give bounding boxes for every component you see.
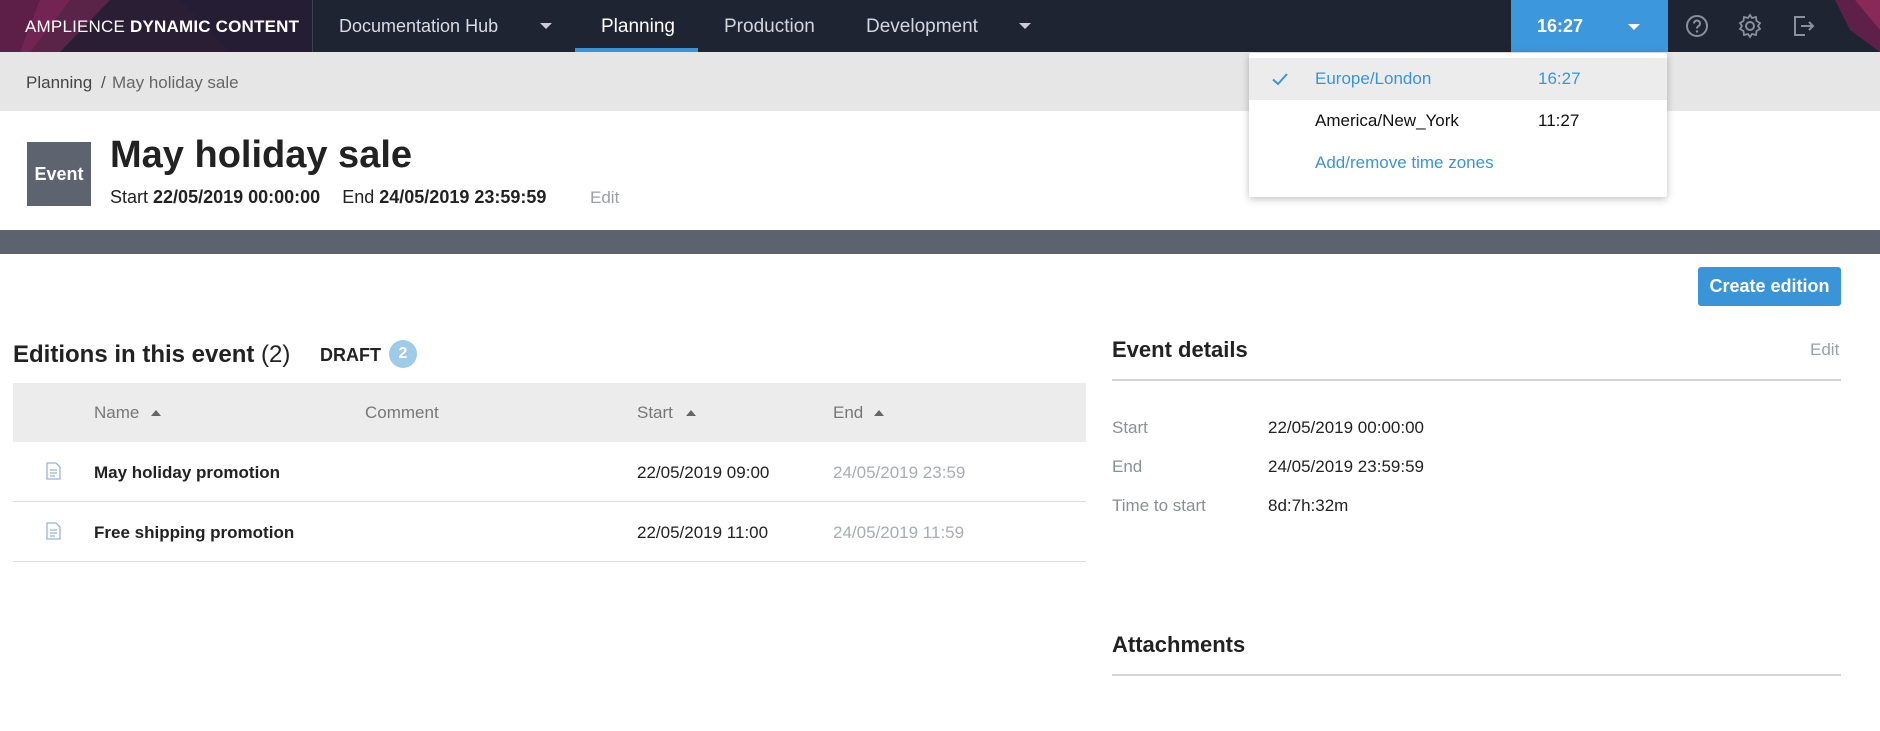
start-value: 22/05/2019 00:00:00	[153, 187, 321, 207]
breadcrumb-separator: /	[101, 73, 106, 92]
divider	[1112, 674, 1841, 676]
timezone-time: 11:27	[1538, 111, 1580, 130]
editions-count: (2)	[261, 341, 291, 368]
sort-ascending-icon[interactable]	[874, 410, 884, 416]
sort-ascending-icon[interactable]	[151, 410, 161, 416]
brand-name-light: AMPLIENCE	[25, 17, 126, 36]
timezone-name: Europe/London	[1315, 69, 1432, 88]
brand-logo[interactable]: AMPLIENCE DYNAMIC CONTENT	[0, 0, 313, 52]
tab-planning-label: Planning	[601, 16, 675, 37]
edit-event-link[interactable]: Edit	[590, 188, 619, 208]
detail-value-start: 22/05/2019 00:00:00	[1268, 418, 1424, 437]
tab-development[interactable]: Development	[840, 0, 1040, 52]
edition-name[interactable]: Free shipping promotion	[94, 523, 294, 543]
detail-value-end: 24/05/2019 23:59:59	[1268, 457, 1424, 476]
edit-details-link[interactable]: Edit	[1810, 340, 1839, 360]
tab-production[interactable]: Production	[698, 0, 826, 52]
detail-label-time-to-start: Time to start	[1112, 496, 1206, 515]
sort-ascending-icon[interactable]	[686, 410, 696, 416]
chevron-down-icon	[1628, 24, 1640, 30]
document-icon	[46, 522, 61, 540]
column-header-name[interactable]: Name	[94, 403, 139, 423]
document-icon	[46, 462, 61, 480]
event-date-range: Start 22/05/2019 00:00:00 End 24/05/2019…	[110, 187, 546, 208]
checkmark-icon	[1272, 73, 1288, 86]
timezone-option-europe-london[interactable]: Europe/London 16:27	[1249, 58, 1667, 100]
brand-name-bold: DYNAMIC CONTENT	[130, 17, 300, 36]
tab-planning[interactable]: Planning	[575, 0, 698, 52]
end-value: 24/05/2019 23:59:59	[379, 187, 547, 207]
timezone-clock-time: 16:27	[1537, 16, 1584, 36]
chevron-down-icon	[540, 23, 552, 29]
chevron-down-icon	[1019, 23, 1031, 29]
timezone-time: 16:27	[1538, 69, 1581, 88]
table-row[interactable]: May holiday promotion 22/05/2019 09:00 2…	[13, 442, 1086, 502]
edition-end: 24/05/2019 23:59	[833, 463, 966, 482]
page-title: May holiday sale	[110, 134, 413, 176]
edition-start: 22/05/2019 09:00	[637, 463, 770, 482]
brand-corner-graphic	[1820, 0, 1880, 52]
detail-label-start: Start	[1112, 418, 1148, 437]
event-details-title: Event details	[1112, 337, 1248, 362]
breadcrumb-planning-link[interactable]: Planning	[26, 73, 92, 93]
attachments-title: Attachments	[1112, 632, 1246, 657]
edition-start: 22/05/2019 11:00	[637, 523, 769, 542]
settings-icon[interactable]	[1737, 13, 1763, 39]
create-edition-button[interactable]: Create edition	[1698, 267, 1841, 306]
help-icon[interactable]	[1684, 13, 1710, 39]
column-header-start[interactable]: Start	[637, 403, 673, 423]
event-type-badge: Event	[27, 142, 91, 206]
start-label: Start	[110, 187, 149, 207]
draft-filter-label[interactable]: DRAFT	[320, 345, 381, 366]
detail-label-end: End	[1112, 457, 1143, 476]
hub-selector-label: Documentation Hub	[339, 16, 499, 36]
hub-selector[interactable]: Documentation Hub	[313, 0, 563, 52]
breadcrumb-current: May holiday sale	[112, 73, 239, 92]
timezone-name: America/New_York	[1315, 111, 1459, 130]
divider	[1112, 379, 1841, 381]
editions-title-text: Editions in this event	[13, 341, 255, 368]
tab-production-label: Production	[724, 16, 815, 37]
column-header-comment: Comment	[365, 403, 439, 422]
draft-count-badge: 2	[389, 340, 417, 368]
edition-end: 24/05/2019 11:59	[833, 523, 965, 542]
editions-table-header: Name Comment Start End	[13, 383, 1086, 442]
column-header-end[interactable]: End	[833, 403, 863, 423]
brand-name: AMPLIENCE DYNAMIC CONTENT	[25, 17, 299, 37]
editions-section-title: Editions in this event (2)	[13, 341, 290, 369]
add-remove-time-zones-link[interactable]: Add/remove time zones	[1315, 153, 1494, 173]
end-label: End	[342, 187, 375, 207]
edition-name[interactable]: May holiday promotion	[94, 463, 280, 483]
top-navigation-bar: AMPLIENCE DYNAMIC CONTENT Documentation …	[0, 0, 1880, 52]
header-divider-band	[0, 230, 1880, 254]
table-row[interactable]: Free shipping promotion 22/05/2019 11:00…	[13, 502, 1086, 562]
logout-icon[interactable]	[1790, 13, 1816, 39]
timezone-option-america-new-york[interactable]: America/New_York 11:27	[1249, 100, 1667, 142]
detail-value-time-to-start: 8d:7h:32m	[1268, 496, 1349, 515]
timezone-clock-button[interactable]: 16:27	[1511, 0, 1668, 52]
tab-development-label: Development	[866, 16, 978, 37]
timezone-dropdown-menu: Europe/London 16:27 America/New_York 11:…	[1249, 53, 1667, 197]
